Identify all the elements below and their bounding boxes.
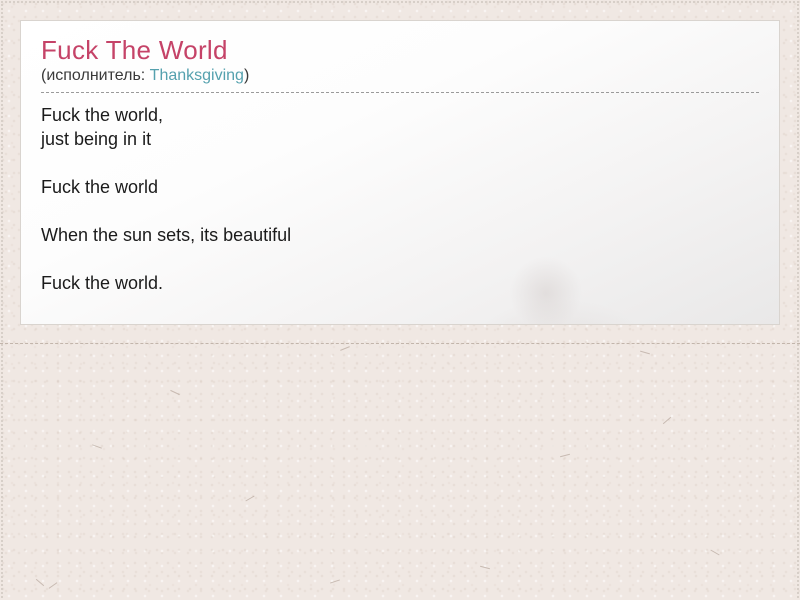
artist-label-suffix: ): [244, 67, 249, 84]
paper-fleck: [560, 454, 570, 457]
lyrics-card: Fuck The World (исполнитель: Thanksgivin…: [20, 20, 780, 325]
page-divider: [0, 343, 800, 344]
paper-fleck: [36, 579, 44, 586]
song-title: Fuck The World: [41, 36, 759, 64]
paper-fleck: [640, 351, 650, 355]
artist-label-prefix: (исполнитель:: [41, 67, 150, 84]
paper-fleck: [663, 417, 671, 424]
paper-fleck: [480, 566, 490, 569]
paper-fleck: [49, 582, 58, 589]
paper-fleck: [92, 444, 102, 448]
paper-fleck: [170, 390, 179, 395]
artist-line: (исполнитель: Thanksgiving): [41, 65, 759, 93]
paper-fleck: [710, 550, 719, 556]
paper-fleck: [340, 346, 350, 351]
lyrics-text: Fuck the world, just being in it Fuck th…: [41, 103, 759, 295]
paper-fleck: [330, 579, 340, 583]
lyrics-page: { "header": { "song_title": "Fuck The Wo…: [0, 0, 800, 600]
paper-fleck: [245, 496, 254, 502]
artist-link[interactable]: Thanksgiving: [150, 67, 244, 84]
